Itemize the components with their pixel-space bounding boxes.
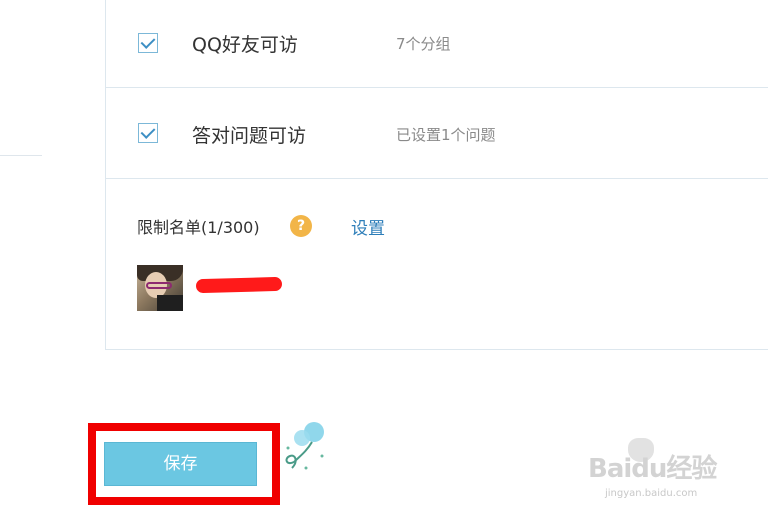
avatar-body: [157, 295, 183, 311]
qq-friends-checkbox[interactable]: [138, 33, 158, 53]
qq-friends-groups-count: 7个分组: [396, 35, 451, 53]
help-icon[interactable]: ?: [290, 215, 312, 237]
question-checkbox[interactable]: [138, 123, 158, 143]
question-status: 已设置1个问题: [396, 126, 496, 144]
access-settings-panel: QQ好友可访 7个分组 答对问题可访 已设置1个问题 限制名单(1/300) ?…: [105, 0, 768, 350]
question-label: 答对问题可访: [192, 125, 307, 147]
left-divider: [0, 155, 42, 156]
option-row-question: 答对问题可访 已设置1个问题: [106, 88, 768, 179]
watermark-url: jingyan.baidu.com: [605, 488, 698, 499]
redacted-username: [195, 276, 283, 294]
avatar-glasses: [146, 282, 172, 289]
qq-friends-label: QQ好友可访: [192, 34, 298, 56]
avatar[interactable]: [137, 265, 183, 311]
restriction-settings-link[interactable]: 设置: [351, 214, 385, 239]
watermark-logo: Baidu经验: [588, 454, 717, 484]
restriction-list-label: 限制名单(1/300): [137, 218, 260, 237]
balloon-icon: [285, 422, 324, 470]
option-row-qq-friends: QQ好友可访 7个分组: [106, 0, 768, 88]
highlight-box: [88, 423, 280, 505]
